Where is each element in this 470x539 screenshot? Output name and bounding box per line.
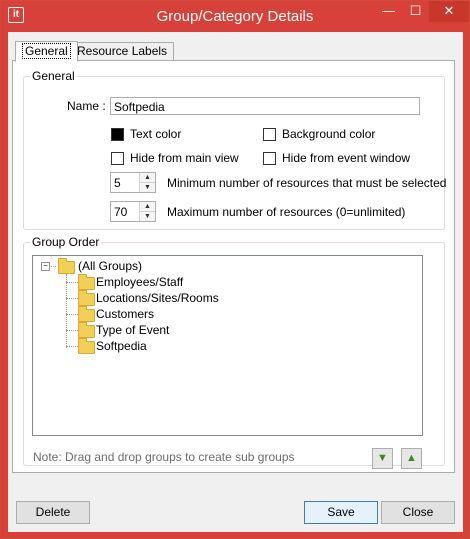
tab-panel-general: General Name : Softpedia Text color Back…	[12, 60, 455, 473]
hide-event-window-checkbox[interactable]	[263, 152, 276, 165]
tab-general[interactable]: General	[15, 41, 78, 62]
min-resources-arrows: ▲ ▼	[139, 173, 155, 192]
min-resources-label: Minimum number of resources that must be…	[167, 176, 447, 190]
background-color-label: Background color	[282, 127, 376, 141]
save-button[interactable]: Save	[304, 501, 378, 524]
tree-connector	[66, 330, 78, 331]
delete-button[interactable]: Delete	[16, 501, 90, 524]
group-order-legend: Group Order	[30, 235, 102, 249]
group-tree[interactable]: − (All Groups) Employees/Staff Locations…	[32, 255, 423, 436]
general-group-legend: General	[30, 69, 77, 83]
tab-general-label: General	[22, 43, 71, 59]
hide-main-view-checkbox[interactable]	[111, 152, 124, 165]
tree-connector	[66, 346, 78, 347]
group-order-group: Group Order − (All Groups) Employees/Sta…	[23, 235, 445, 469]
tree-connector	[66, 314, 78, 315]
close-window-button[interactable]: ✕	[429, 1, 469, 22]
name-field[interactable]: Softpedia	[110, 97, 420, 115]
text-color-label: Text color	[130, 127, 182, 141]
max-resources-value: 70	[114, 205, 128, 219]
tree-connector	[66, 298, 78, 299]
max-resources-label: Maximum number of resources (0=unlimited…	[167, 205, 406, 219]
min-resources-value: 5	[114, 176, 121, 190]
title-bar[interactable]: it Group/Category Details — ☐ ✕	[1, 1, 469, 32]
tree-node-locations[interactable]: Locations/Sites/Rooms	[96, 290, 219, 306]
general-group: General Name : Softpedia Text color Back…	[23, 69, 447, 230]
max-resources-arrows: ▲ ▼	[139, 202, 155, 221]
folder-icon	[78, 322, 95, 338]
tree-node-type-of-event[interactable]: Type of Event	[96, 322, 169, 338]
tree-connector	[66, 274, 67, 348]
tab-resource-labels-label: Resource Labels	[77, 44, 168, 58]
folder-icon	[78, 290, 95, 306]
folder-icon	[58, 258, 75, 274]
tree-node-customers[interactable]: Customers	[96, 306, 154, 322]
arrow-up-icon: ▲	[406, 452, 417, 464]
folder-icon	[78, 274, 95, 290]
move-up-button[interactable]: ▲	[401, 448, 422, 469]
collapse-icon[interactable]: −	[41, 262, 50, 271]
tree-node-employees[interactable]: Employees/Staff	[96, 274, 183, 290]
text-color-checkbox[interactable]	[111, 128, 124, 141]
drag-drop-note: Note: Drag and drop groups to create sub…	[33, 450, 295, 464]
move-down-button[interactable]: ▼	[372, 448, 393, 469]
hide-main-view-label: Hide from main view	[130, 151, 239, 165]
min-resources-up-icon[interactable]: ▲	[140, 173, 155, 183]
dialog-window: it Group/Category Details — ☐ ✕ General …	[0, 0, 470, 539]
tree-node-all-groups[interactable]: (All Groups)	[78, 258, 142, 274]
minimize-button[interactable]: —	[375, 1, 402, 22]
maximize-button[interactable]: ☐	[402, 1, 429, 22]
close-button[interactable]: Close	[381, 501, 455, 524]
tree-node-softpedia[interactable]: Softpedia	[96, 338, 147, 354]
name-label: Name :	[67, 99, 106, 113]
max-resources-stepper[interactable]: 70 ▲ ▼	[110, 201, 156, 222]
dialog-client: General Resource Labels General Name : S…	[8, 32, 463, 532]
tree-connector	[66, 282, 78, 283]
min-resources-down-icon[interactable]: ▼	[140, 183, 155, 192]
folder-icon	[78, 306, 95, 322]
hide-event-window-label: Hide from event window	[282, 151, 411, 165]
arrow-down-icon: ▼	[377, 452, 388, 464]
tab-resource-labels[interactable]: Resource Labels	[70, 42, 175, 61]
background-color-checkbox[interactable]	[263, 128, 276, 141]
folder-icon	[78, 338, 95, 354]
min-resources-stepper[interactable]: 5 ▲ ▼	[110, 172, 156, 193]
max-resources-up-icon[interactable]: ▲	[140, 202, 155, 212]
max-resources-down-icon[interactable]: ▼	[140, 212, 155, 221]
